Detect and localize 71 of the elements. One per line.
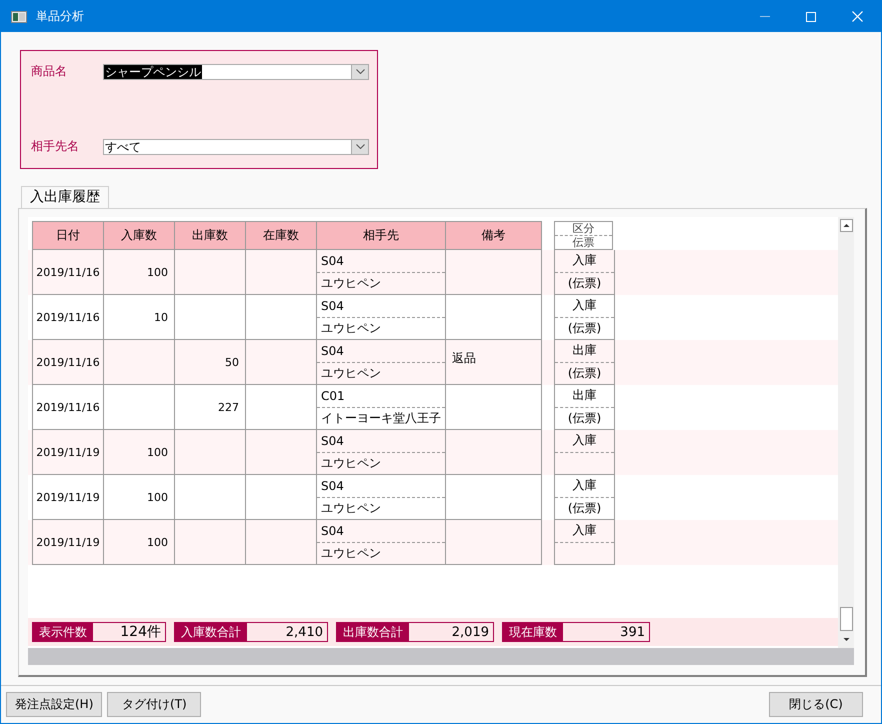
cell-text: ユウヒペン: [321, 274, 381, 292]
total-label: 現在庫数: [503, 623, 563, 641]
cell-text: 出庫: [572, 342, 596, 360]
window-title: 単品分析: [36, 8, 84, 25]
button[interactable]: タグ付け(T): [107, 692, 202, 717]
total-label: 入庫数合計: [175, 623, 247, 641]
total-label: 出庫数合計: [337, 623, 409, 641]
cell-text: 100: [147, 266, 168, 278]
column-header: 区分: [555, 222, 612, 236]
cell-text: 入庫: [572, 522, 596, 540]
cell-text: S04: [321, 344, 344, 358]
cell-text: 入庫: [572, 477, 596, 494]
cell-text: ユウヒペン: [321, 320, 381, 337]
column-header: 備考: [446, 222, 542, 250]
dropdown-button[interactable]: [351, 64, 368, 78]
cell-text: S04: [321, 478, 344, 493]
cell-text: 2019/11/19: [36, 490, 100, 504]
cell-text: S04: [321, 254, 344, 268]
cell-text: 入庫: [572, 297, 596, 314]
cell-text: 2019/11/16: [36, 310, 100, 324]
cell-text: 100: [147, 446, 168, 458]
close-icon[interactable]: [852, 11, 863, 22]
column-header: 出庫数: [175, 222, 246, 250]
cell-text: 出庫: [572, 387, 596, 404]
cell-text: ユウヒペン: [321, 500, 381, 517]
scroll-up-icon[interactable]: [840, 219, 852, 232]
cell-text: 50: [225, 356, 239, 368]
cell-text: 2019/11/16: [36, 400, 100, 414]
field-label: 相手先名: [31, 138, 80, 155]
cell-text: 返品: [452, 350, 476, 367]
cell-text: 2019/11/19: [36, 536, 100, 548]
cell-text: イトーヨーキ堂八王子: [321, 410, 441, 427]
button[interactable]: 発注点設定(H): [6, 692, 102, 717]
dropdown-field[interactable]: シャープペンシル: [103, 64, 369, 80]
maximize-icon[interactable]: [806, 12, 816, 22]
cell-text: (伝票): [568, 500, 602, 517]
column-header: 日付: [33, 222, 104, 250]
column-header: 在庫数: [246, 222, 317, 250]
cell-text: S04: [321, 524, 344, 538]
field-label: 商品名: [31, 63, 68, 80]
dropdown-button[interactable]: [351, 140, 368, 154]
cell-text: (伝票): [568, 320, 602, 337]
cell-text: 2019/11/16: [36, 266, 100, 278]
cell-text: 100: [147, 490, 168, 504]
app-icon: [11, 10, 27, 22]
total-label: 表示件数: [33, 623, 93, 641]
column-header: 入庫数: [104, 222, 175, 250]
cell-text: 入庫: [572, 432, 596, 450]
column-header: 伝票: [572, 236, 596, 249]
scroll-thumb[interactable]: [840, 607, 852, 631]
column-header: 相手先: [317, 222, 446, 250]
dropdown-field[interactable]: すべて: [103, 138, 369, 154]
cell-text: (伝票): [568, 274, 602, 292]
cell-text: ユウヒペン: [321, 544, 381, 562]
cell-text: S04: [321, 434, 344, 448]
cell-text: 入庫: [572, 252, 596, 270]
cell-text: (伝票): [568, 410, 602, 427]
cell-text: 227: [218, 400, 239, 414]
cell-text: ユウヒペン: [321, 364, 381, 382]
tab[interactable]: 入出庫履歴: [21, 186, 109, 208]
cell-text: 2019/11/19: [36, 446, 100, 458]
horizontal-scrollbar[interactable]: [28, 648, 854, 665]
cell-text: ユウヒペン: [321, 454, 381, 472]
cell-text: 10: [154, 310, 168, 324]
button[interactable]: 閉じる(C): [769, 692, 863, 717]
cell-text: S04: [321, 298, 344, 313]
cell-text: (伝票): [568, 364, 602, 382]
cell-text: 2019/11/16: [36, 356, 100, 368]
cell-text: C01: [321, 388, 345, 403]
vertical-scrollbar[interactable]: [838, 217, 854, 648]
cell-text: 100: [147, 536, 168, 548]
